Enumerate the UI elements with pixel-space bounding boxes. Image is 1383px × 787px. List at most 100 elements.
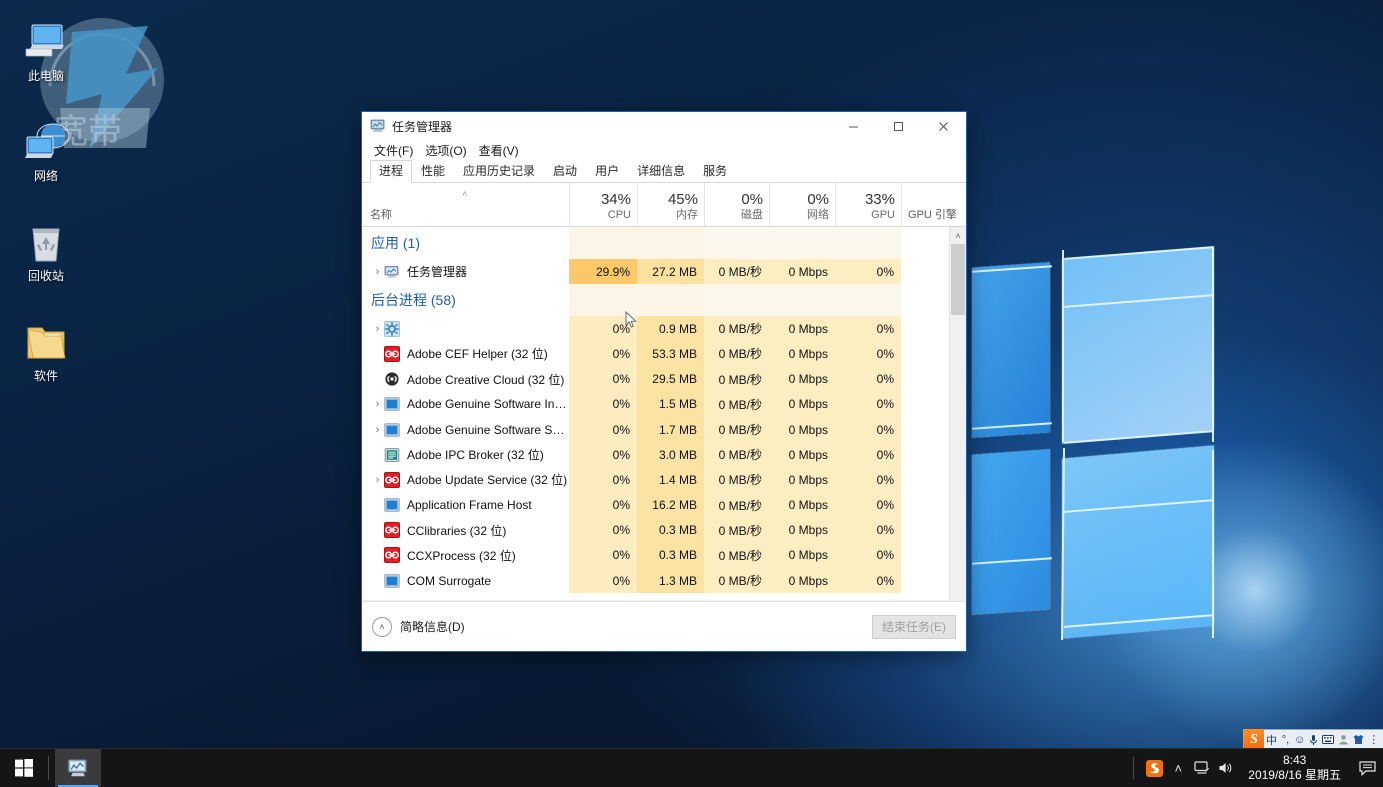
process-memory-cell: 27.2 MB xyxy=(637,259,704,285)
process-gpu-cell: 0% xyxy=(835,492,901,518)
process-name-cell[interactable]: CClibraries (32 位) xyxy=(362,518,569,543)
table-row[interactable]: › Adobe Genuine Software Ser... 0% 1.7 MB 0 … xyxy=(362,416,966,443)
table-row[interactable]: Adobe Creative Cloud (32 位) 0% 29.5 MB 0 MB… xyxy=(362,366,966,392)
process-disk-cell: 0 MB/秒 xyxy=(704,492,769,518)
tab-app-history[interactable]: 应用历史记录 xyxy=(454,160,544,182)
menu-item-file[interactable]: 文件(F) xyxy=(368,140,419,161)
column-header-memory[interactable]: 45% 内存 xyxy=(637,183,704,226)
table-row[interactable]: CClibraries (32 位) 0% 0.3 MB 0 MB/秒 0 Mbps 0% xyxy=(362,517,966,543)
tab-services[interactable]: 服务 xyxy=(694,160,736,182)
process-name-cell[interactable]: Adobe IPC Broker (32 位) xyxy=(362,442,569,467)
taskbar-item-task-manager[interactable] xyxy=(55,748,101,787)
table-row[interactable]: › 任务管理器 29.9% 27.2 MB 0 MB/秒 0 Mbps 0% xyxy=(362,259,966,285)
process-gpu-cell: 0% xyxy=(835,366,901,392)
process-cpu-cell: 0% xyxy=(569,517,637,543)
desktop-icon-network[interactable]: 网络 xyxy=(8,118,84,184)
table-row[interactable]: Application Frame Host 0% 16.2 MB 0 MB/秒 0 M… xyxy=(362,492,966,518)
window-titlebar[interactable]: 任务管理器 xyxy=(362,112,966,140)
column-header-gpu-engine[interactable]: GPU 引擎 xyxy=(901,183,965,226)
menu-item-options[interactable]: 选项(O) xyxy=(419,140,472,161)
minimize-button[interactable] xyxy=(831,112,876,140)
maximize-button[interactable] xyxy=(876,112,921,140)
table-row[interactable]: CCXProcess (32 位) 0% 0.3 MB 0 MB/秒 0 Mbps 0% xyxy=(362,542,966,569)
column-header-disk[interactable]: 0% 磁盘 xyxy=(704,183,769,226)
tray-expand-chevron-icon[interactable]: ˄ xyxy=(1166,749,1190,787)
volume-tray-icon[interactable] xyxy=(1214,749,1238,787)
chevron-right-icon[interactable]: › xyxy=(371,398,384,410)
chevron-right-icon[interactable]: › xyxy=(371,323,384,335)
scroll-up-button[interactable]: ˄ xyxy=(950,227,966,244)
process-name-cell[interactable]: Adobe Creative Cloud (32 位) xyxy=(362,367,569,392)
column-header-cpu[interactable]: 34% CPU xyxy=(569,183,637,226)
ime-skin-icon[interactable] xyxy=(1351,729,1366,750)
process-name-cell[interactable]: COM Surrogate xyxy=(362,568,569,593)
table-row[interactable]: Adobe IPC Broker (32 位) 0% 3.0 MB 0 MB/秒 0 M… xyxy=(362,442,966,468)
column-header-gpu[interactable]: 33% GPU xyxy=(835,183,901,226)
tab-performance[interactable]: 性能 xyxy=(412,160,454,182)
process-memory-cell: 0.9 MB xyxy=(637,316,704,342)
process-group-header[interactable]: 应用 (1) xyxy=(362,227,966,259)
menu-item-view[interactable]: 查看(V) xyxy=(473,140,525,161)
table-row[interactable]: COM Surrogate 0% 1.3 MB 0 MB/秒 0 Mbps 0% xyxy=(362,568,966,594)
column-value: 33% xyxy=(864,191,895,208)
tray-divider xyxy=(1133,757,1135,779)
ime-softkeyboard-icon[interactable] xyxy=(1320,729,1336,750)
column-label: 内存 xyxy=(676,209,698,221)
table-row[interactable]: › Adobe Genuine Software Inte... 0% 1.5 MB 0… xyxy=(362,391,966,417)
process-name-cell[interactable]: Application Frame Host xyxy=(362,493,569,518)
ime-emoji-icon[interactable]: ☺ xyxy=(1292,729,1307,750)
tab-users[interactable]: 用户 xyxy=(586,160,628,182)
sogou-pinyin-tray-icon[interactable] xyxy=(1142,749,1166,787)
ime-punctuation[interactable]: °, xyxy=(1279,729,1292,750)
sogou-logo-icon[interactable]: S xyxy=(1244,729,1264,750)
vertical-scrollbar[interactable]: ˄ ˅ xyxy=(949,227,966,617)
process-disk-cell: 0 MB/秒 xyxy=(704,391,769,417)
process-name-cell[interactable]: CCXProcess (32 位) xyxy=(362,543,569,568)
ime-voice-icon[interactable] xyxy=(1307,729,1320,750)
chevron-right-icon[interactable]: › xyxy=(371,266,384,278)
process-group-header[interactable]: 后台进程 (58) xyxy=(362,284,966,317)
process-name-cell[interactable]: Adobe CEF Helper (32 位) xyxy=(362,341,569,366)
desktop-icon-recycle-bin[interactable]: 回收站 xyxy=(8,218,84,284)
column-header-name[interactable]: ˄ 名称 xyxy=(362,183,569,226)
vertical-scrollbar-thumb[interactable] xyxy=(951,244,965,315)
table-row[interactable]: › Adobe Update Service (32 位) 0% 1.4 MB 0 MB… xyxy=(362,467,966,493)
process-gpu-cell: 0% xyxy=(835,341,901,367)
process-memory-cell: 29.5 MB xyxy=(637,366,704,392)
adobe-red-icon xyxy=(384,471,400,488)
process-name-cell[interactable]: › Adobe Genuine Software Ser... xyxy=(362,417,569,442)
desktop-icon-this-pc[interactable]: 此电脑 xyxy=(8,18,84,84)
ime-menu-icon[interactable]: ⋮ xyxy=(1366,729,1381,750)
chevron-right-icon[interactable]: › xyxy=(371,424,384,436)
start-button[interactable] xyxy=(0,749,48,787)
column-value: 34% xyxy=(600,191,631,208)
table-row[interactable]: Adobe CEF Helper (32 位) 0% 53.3 MB 0 MB/秒 0 … xyxy=(362,341,966,367)
process-cpu-cell: 0% xyxy=(569,492,637,518)
close-button[interactable] xyxy=(921,112,966,140)
ime-user-icon[interactable] xyxy=(1336,729,1351,750)
action-center-icon[interactable] xyxy=(1351,749,1383,787)
process-network-cell: 0 Mbps xyxy=(769,259,835,285)
tab-processes[interactable]: 进程 xyxy=(370,160,413,183)
tab-startup[interactable]: 启动 xyxy=(544,160,586,182)
process-name-cell[interactable]: › 任务管理器 xyxy=(362,259,569,284)
process-name-cell[interactable]: › xyxy=(362,316,569,341)
end-task-button[interactable]: 结束任务(E) xyxy=(872,614,956,639)
process-gpu-cell: 0% xyxy=(835,467,901,493)
network-tray-icon[interactable] xyxy=(1190,749,1214,787)
clock[interactable]: 8:43 2019/8/16 星期五 xyxy=(1238,753,1351,783)
process-rows[interactable]: 应用 (1) › 任务管理器 29.9% 27.2 MB 0 MB/秒 0 Mbps 0% 后台… xyxy=(362,227,966,617)
table-row[interactable]: › 0% 0.9 MB 0 MB/秒 0 Mbps 0% xyxy=(362,316,966,342)
process-group-label: 应用 (1) xyxy=(371,235,420,251)
column-header-network[interactable]: 0% 网络 xyxy=(769,183,835,226)
ime-mode-chinese[interactable]: 中 xyxy=(1264,729,1279,750)
fewer-details-button[interactable]: ˄ 简略信息(D) xyxy=(372,616,465,637)
sogou-ime-toolbar[interactable]: S 中 °, ☺ ⋮ xyxy=(1243,729,1383,750)
process-memory-cell: 1.7 MB xyxy=(637,416,704,443)
desktop-icon-software-folder[interactable]: 软 件 软件 xyxy=(8,318,84,384)
chevron-right-icon[interactable]: › xyxy=(371,474,384,486)
process-name-cell[interactable]: › Adobe Update Service (32 位) xyxy=(362,467,569,492)
process-memory-cell: 1.5 MB xyxy=(637,391,704,417)
tab-details[interactable]: 详细信息 xyxy=(628,160,694,182)
process-name-cell[interactable]: › Adobe Genuine Software Inte... xyxy=(362,392,569,417)
